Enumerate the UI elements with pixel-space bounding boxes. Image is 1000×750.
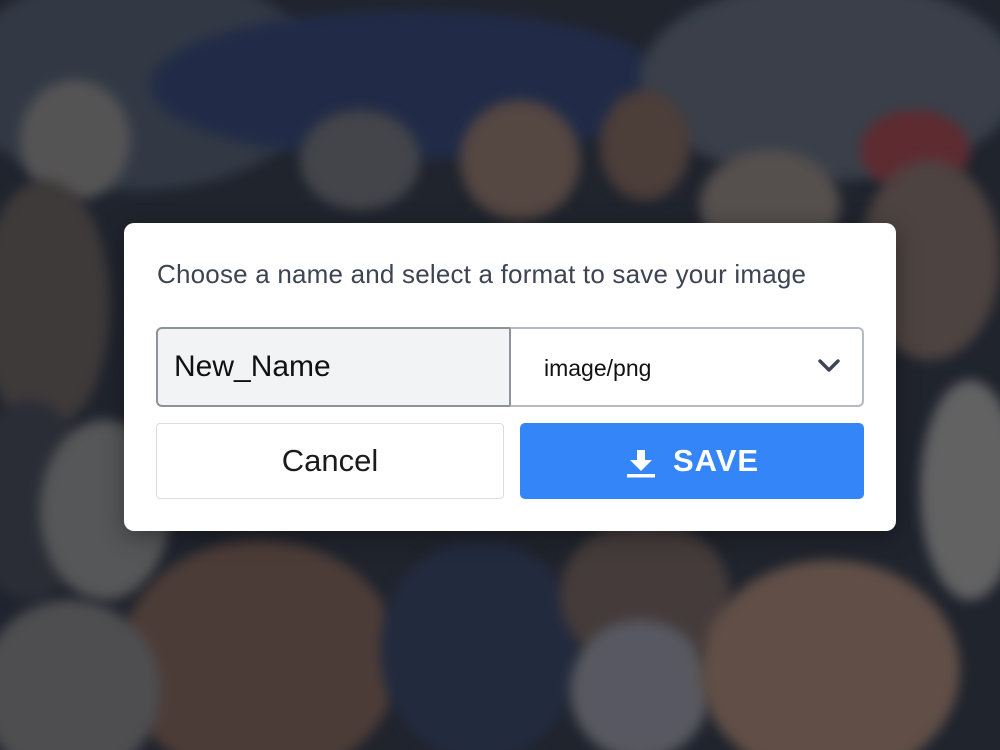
download-icon <box>626 450 655 478</box>
format-select-value: image/png <box>544 355 652 381</box>
cancel-button[interactable]: Cancel <box>156 423 504 499</box>
format-select[interactable]: image/png <box>510 327 864 407</box>
save-button-label: SAVE <box>672 443 760 478</box>
dialog-prompt: Choose a name and select a format to sav… <box>157 259 807 289</box>
cancel-button-label: Cancel <box>281 443 379 478</box>
save-button[interactable]: SAVE <box>520 423 864 499</box>
file-name-input[interactable] <box>156 327 510 407</box>
save-image-dialog: Choose a name and select a format to sav… <box>124 223 896 531</box>
chevron-down-icon <box>818 359 840 372</box>
